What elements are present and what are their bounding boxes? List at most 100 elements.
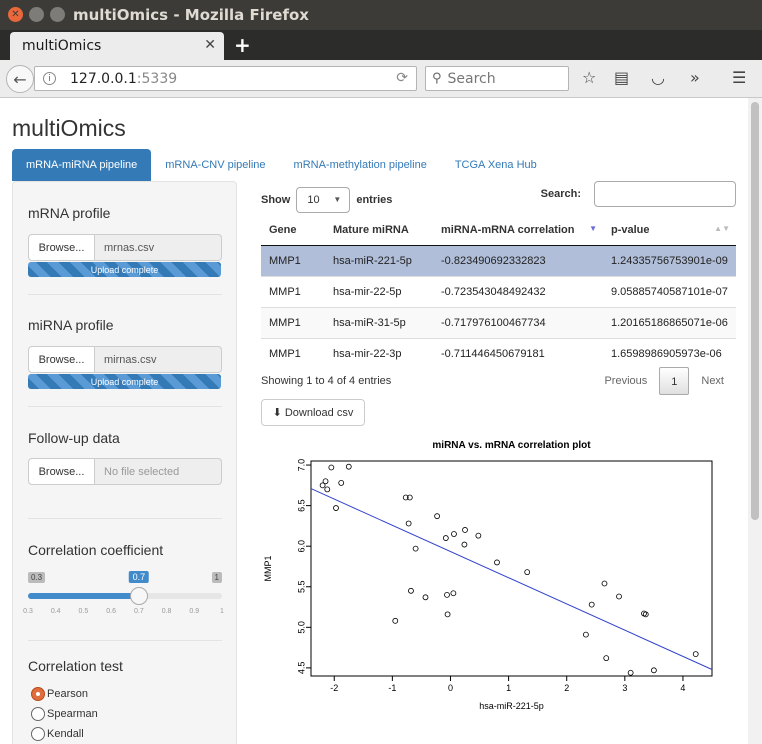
mrna-browse-button[interactable]: Browse...: [28, 234, 95, 261]
data-point: [627, 669, 634, 676]
window-close-button[interactable]: ✕: [8, 7, 23, 22]
followup-browse-button[interactable]: Browse...: [28, 458, 95, 485]
radio-button[interactable]: [31, 727, 45, 741]
table-row[interactable]: MMP1 hsa-miR-31-5p -0.717976100467734 1.…: [261, 306, 736, 338]
slider-tick-label: 0.5: [78, 608, 89, 615]
table-row[interactable]: MMP1 hsa-mir-22-5p -0.723543048492432 9.…: [261, 275, 736, 307]
page-1-button[interactable]: 1: [659, 367, 690, 395]
previous-page-button[interactable]: Previous: [592, 375, 659, 387]
radio-pearson[interactable]: Pearson: [31, 687, 88, 701]
y-tick-label: 5.0: [296, 621, 306, 634]
x-tick-label: -2: [330, 683, 338, 693]
mirna-upload-progress: Upload complete: [28, 374, 221, 389]
pipeline-tabs: mRNA-miRNA pipeline mRNA-CNV pipeline mR…: [12, 149, 551, 181]
search-input[interactable]: ⚲ Search: [425, 66, 569, 91]
column-header-correlation[interactable]: miRNA-mRNA correlation ▼: [433, 216, 603, 246]
radio-button[interactable]: [31, 687, 45, 701]
column-header-mature-mirna[interactable]: Mature miRNA: [325, 216, 433, 246]
data-point: [451, 531, 457, 537]
correlation-coefficient-label: Correlation coefficient: [28, 542, 164, 558]
data-point: [434, 513, 441, 520]
new-tab-icon[interactable]: +: [234, 33, 251, 57]
url-bar[interactable]: i 127.0.0.1:5339 ⟳: [34, 66, 417, 91]
tab-mrna-methylation[interactable]: mRNA-methylation pipeline: [280, 149, 441, 181]
info-icon[interactable]: i: [43, 72, 56, 85]
data-point: [444, 611, 451, 618]
window-minimize-button[interactable]: [29, 7, 44, 22]
data-point: [408, 587, 414, 594]
next-page-button[interactable]: Next: [689, 375, 736, 387]
data-point: [328, 464, 335, 471]
data-point: [392, 617, 399, 624]
column-header-gene[interactable]: Gene: [261, 216, 325, 246]
correlation-coefficient-slider[interactable]: 0.3 1 0.7 0.3 0.4 0.5 0.6 0.7 0.8 0.9 1: [23, 571, 224, 615]
page-scrollbar[interactable]: [748, 98, 762, 744]
slider-tick-label: 0.6: [106, 608, 117, 615]
slider-value-label: 0.7: [128, 571, 150, 583]
plot-frame: [310, 460, 713, 677]
entries-select[interactable]: 10 ▼: [296, 187, 351, 213]
table-search: Search:: [541, 181, 736, 207]
data-point: [444, 591, 450, 598]
data-point: [494, 559, 500, 566]
column-header-pvalue[interactable]: p-value ▲▼: [603, 216, 736, 246]
data-point: [324, 486, 331, 493]
data-point: [642, 611, 649, 618]
correlation-scatter-plot: miRNA vs. mRNA correlation plot -2 -1 0 1 2 3 4…: [263, 440, 713, 711]
reader-list-icon[interactable]: ▤: [614, 68, 629, 87]
mrna-file-input: Browse... mrnas.csv: [28, 234, 222, 261]
mirna-browse-button[interactable]: Browse...: [28, 346, 95, 373]
table-row[interactable]: MMP1 hsa-miR-221-5p -0.823490692332823 1…: [261, 244, 736, 276]
plot-title: miRNA vs. mRNA correlation plot: [432, 440, 591, 451]
window-maximize-button[interactable]: [50, 7, 65, 22]
followup-file-input: Browse... No file selected: [28, 458, 222, 485]
tab-close-icon[interactable]: ✕: [204, 37, 216, 53]
reload-icon[interactable]: ⟳: [396, 70, 408, 86]
mirna-file-name: mirnas.csv: [95, 346, 222, 373]
slider-tick-label: 0.3: [23, 608, 33, 615]
y-tick-label: 7.0: [296, 459, 306, 472]
regression-line: [310, 488, 713, 670]
browser-tab[interactable]: multiOmics ✕: [10, 32, 224, 60]
window-title: multiOmics - Mozilla Firefox: [73, 6, 309, 24]
page-content: multiOmics mRNA-miRNA pipeline mRNA-CNV …: [0, 98, 762, 744]
followup-file-name: No file selected: [95, 458, 222, 485]
download-csv-button[interactable]: ⬇ Download csv: [261, 399, 365, 426]
search-icon: ⚲: [432, 71, 442, 86]
y-tick-label: 6.0: [296, 540, 306, 553]
data-point: [450, 590, 457, 597]
table-row[interactable]: MMP1 hsa-mir-22-3p -0.711446450679181 1.…: [261, 337, 736, 369]
data-point: [338, 480, 345, 486]
x-tick-label: 1: [506, 683, 511, 693]
back-arrow-icon[interactable]: ←: [6, 65, 34, 93]
slider-handle[interactable]: [129, 587, 148, 605]
hamburger-menu-icon[interactable]: ☰: [732, 68, 746, 87]
tab-tcga-xena-hub[interactable]: TCGA Xena Hub: [441, 149, 551, 181]
correlation-test-label: Correlation test: [28, 658, 123, 674]
mirna-file-input: Browse... mirnas.csv: [28, 346, 222, 373]
slider-tick-label: 0.8: [161, 608, 172, 615]
radio-spearman[interactable]: Spearman: [31, 707, 98, 721]
scrollbar-thumb[interactable]: [751, 102, 759, 520]
data-point: [412, 545, 419, 552]
table-search-input[interactable]: [594, 181, 736, 207]
divider: [28, 640, 222, 641]
entries-length-control: Show 10 ▼ entries: [261, 187, 392, 213]
data-point: [588, 601, 595, 608]
url-text: 127.0.0.1:5339: [70, 70, 178, 87]
tab-mrna-mirna[interactable]: mRNA-miRNA pipeline: [12, 149, 152, 181]
radio-button[interactable]: [31, 707, 45, 721]
pocket-icon[interactable]: ◡: [651, 68, 665, 87]
bookmark-star-icon[interactable]: ☆: [582, 68, 596, 87]
slider-tick-label: 0.9: [189, 608, 200, 615]
data-point: [333, 505, 339, 511]
tab-mrna-cnv[interactable]: mRNA-CNV pipeline: [151, 149, 279, 181]
table-info: Showing 1 to 4 of 4 entries: [261, 375, 392, 387]
browser-nav-bar: ← i 127.0.0.1:5339 ⟳ ⚲ Search ☆ ▤ ◡ » ☰: [0, 60, 762, 98]
overflow-chevron-icon[interactable]: »: [690, 68, 700, 87]
mrna-profile-label: mRNA profile: [28, 205, 111, 221]
radio-kendall[interactable]: Kendall: [31, 727, 84, 741]
data-point: [582, 631, 589, 638]
slider-max-label: 1: [211, 572, 222, 583]
data-point: [603, 655, 610, 662]
